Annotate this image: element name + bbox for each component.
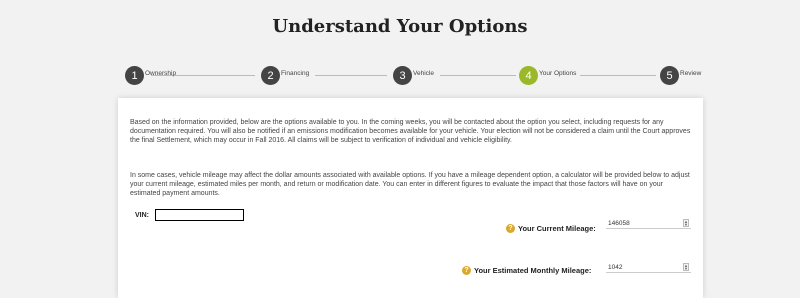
step-3-circle[interactable]: 3	[393, 66, 412, 85]
current-mileage-row: ? Your Current Mileage:	[506, 224, 596, 233]
step-5-label[interactable]: Review	[680, 70, 701, 77]
step-2-circle[interactable]: 2	[261, 66, 280, 85]
options-card: Based on the information provided, below…	[118, 98, 703, 298]
progress-stepper: 1 Ownership 2 Financing 3 Vehicle 4 Your…	[0, 0, 800, 100]
step-1-label[interactable]: Ownership	[145, 70, 176, 77]
help-icon[interactable]: ?	[506, 224, 515, 233]
step-4-label[interactable]: Your Options	[539, 70, 576, 77]
vin-label: VIN:	[135, 212, 149, 219]
help-icon[interactable]: ?	[462, 266, 471, 275]
intro-paragraph: Based on the information provided, below…	[130, 119, 691, 145]
step-connector	[440, 75, 516, 76]
step-3-label[interactable]: Vehicle	[413, 70, 434, 77]
step-4-circle[interactable]: 4	[519, 66, 538, 85]
step-5-circle[interactable]: 5	[660, 66, 679, 85]
monthly-mileage-label: Your Estimated Monthly Mileage:	[474, 266, 592, 275]
spinner-arrows-icon[interactable]: ▲ ▼	[683, 263, 689, 271]
monthly-mileage-input[interactable]	[606, 262, 691, 273]
step-connector	[315, 75, 387, 76]
step-connector	[580, 75, 656, 76]
mileage-paragraph: In some cases, vehicle mileage may affec…	[130, 172, 690, 198]
step-1-circle[interactable]: 1	[125, 66, 144, 85]
step-2-label[interactable]: Financing	[281, 70, 309, 77]
current-mileage-label: Your Current Mileage:	[518, 224, 596, 233]
monthly-mileage-row: ? Your Estimated Monthly Mileage:	[462, 266, 591, 275]
current-mileage-input[interactable]	[606, 218, 691, 229]
vin-input[interactable]	[155, 209, 244, 221]
spinner-arrows-icon[interactable]: ▲ ▼	[683, 219, 689, 227]
